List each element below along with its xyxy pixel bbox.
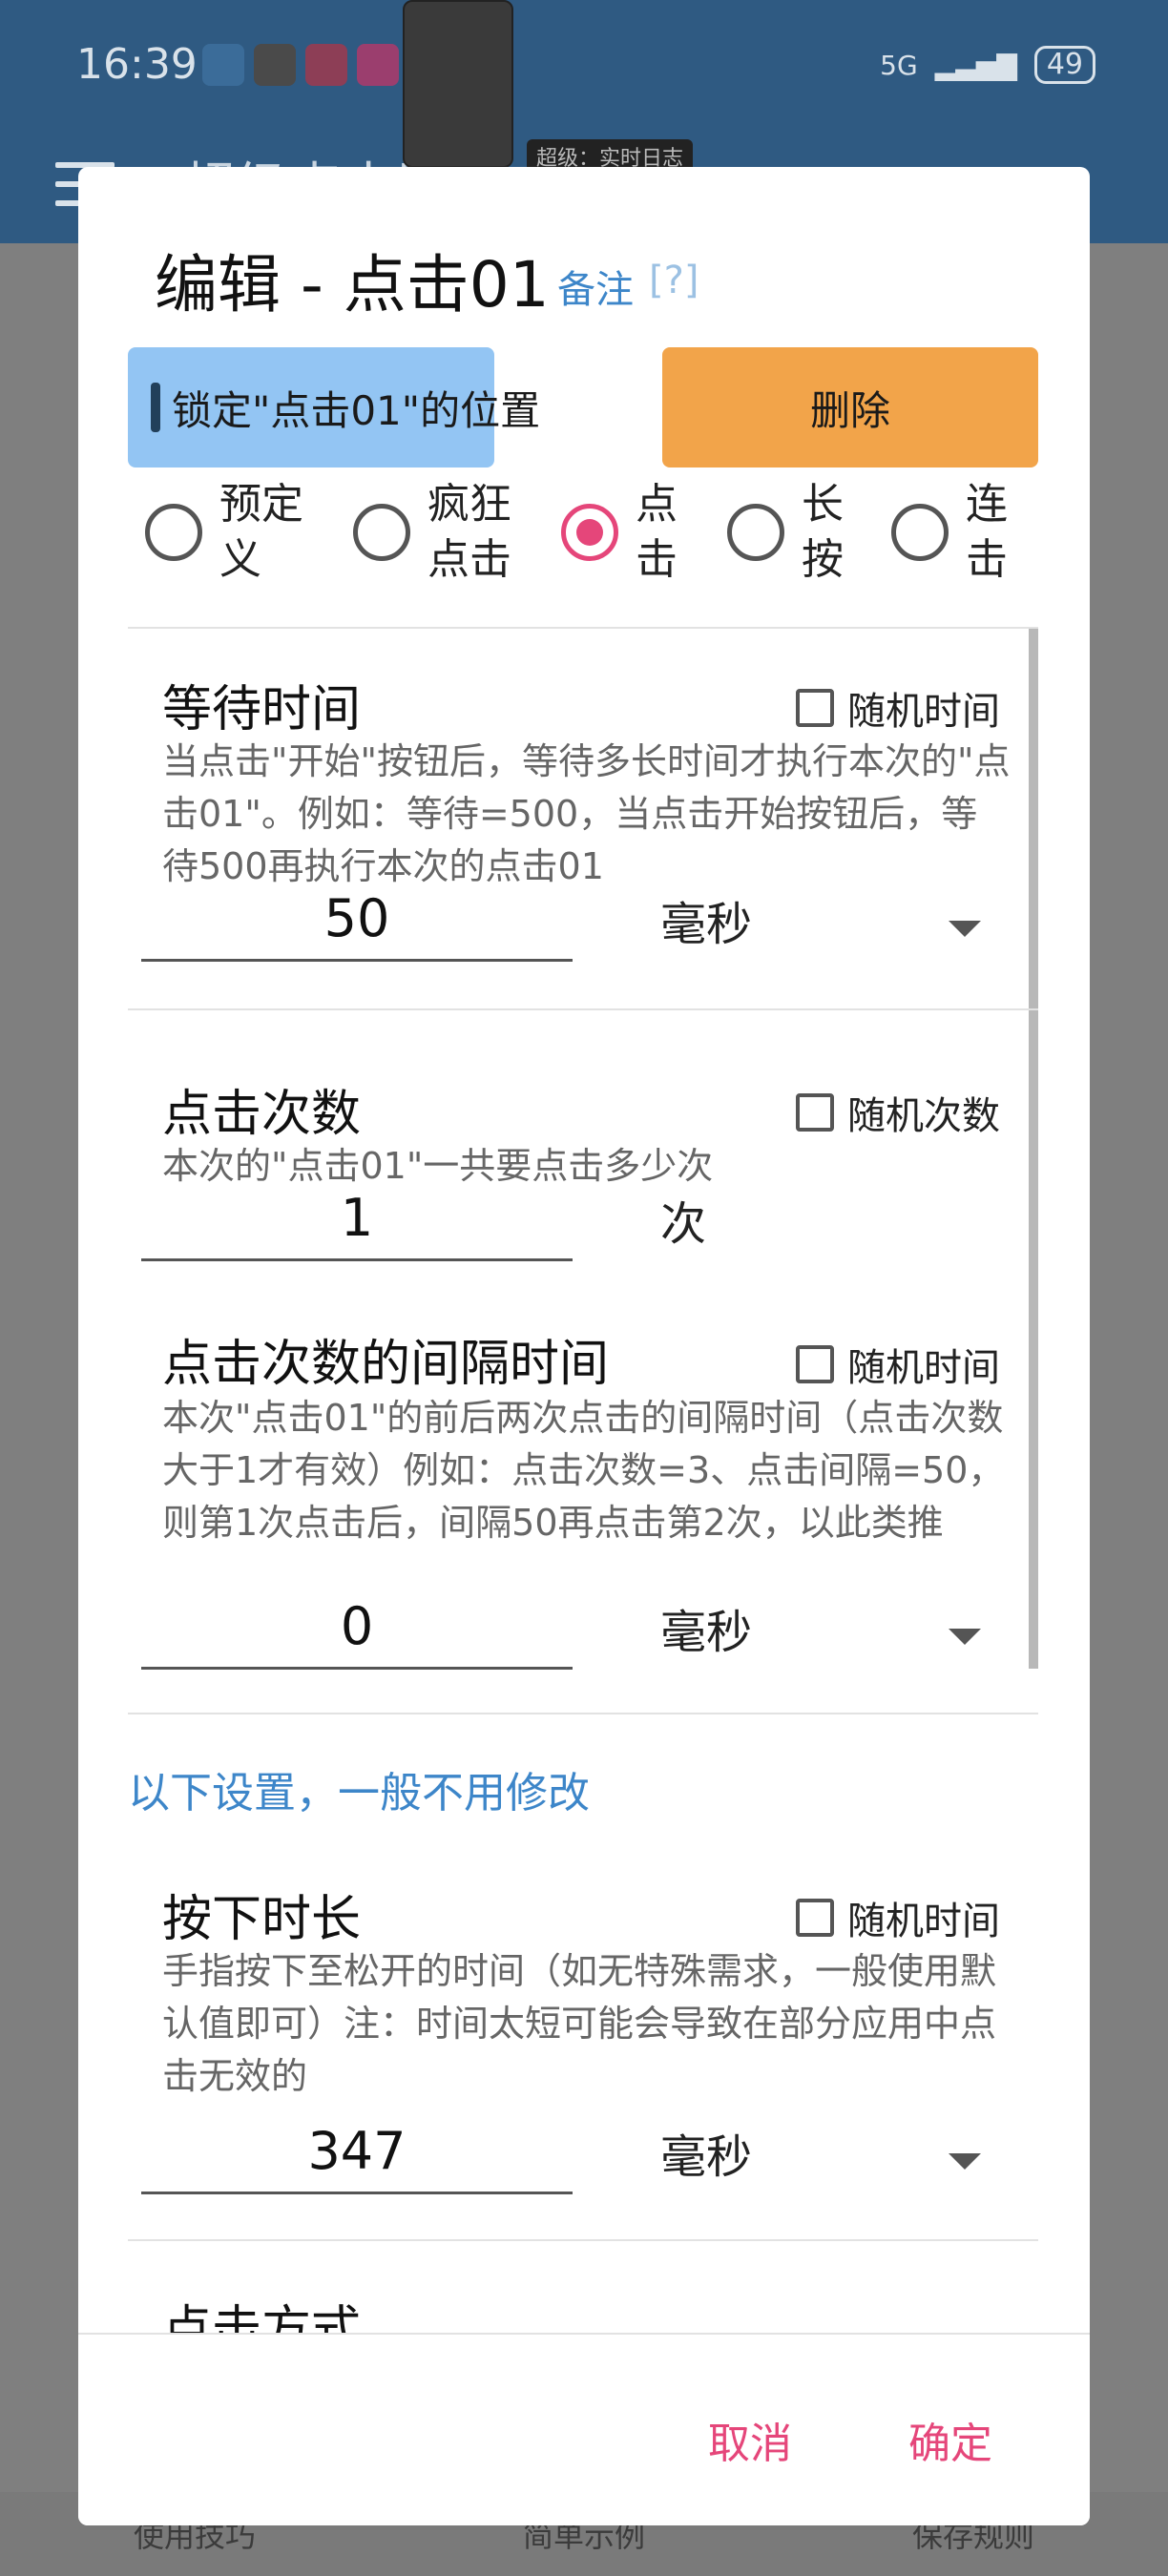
press-random-checkbox[interactable]: 随机时间	[796, 1890, 1000, 1945]
interval-random-checkbox[interactable]: 随机时间	[796, 1337, 1000, 1392]
click-count-unit: 次	[660, 1197, 707, 1251]
wait-unit-dropdown[interactable]: 毫秒	[660, 886, 752, 953]
network-label: 5G	[880, 49, 918, 81]
notification-icons	[202, 44, 399, 86]
radio-circle[interactable]	[326, 477, 447, 597]
alipay-icon	[202, 44, 244, 86]
signal-icon: ▂▃▅▇	[934, 49, 1017, 81]
click-method-title: 点击方式	[162, 2301, 362, 2337]
radio-circle[interactable]	[145, 504, 202, 561]
divider	[128, 1008, 1038, 1010]
interval-title: 点击次数的间隔时间	[162, 1336, 610, 1393]
radio-predefined[interactable]: 预定义	[145, 477, 311, 588]
wait-time-desc: 当点击"开始"按钮后，等待多长时间才执行本次的"点击01"。例如：等待=500，…	[162, 740, 1011, 887]
note-link[interactable]: 备注	[557, 259, 634, 314]
radio-label: 长按	[802, 480, 844, 584]
checkbox-label: 随机时间	[847, 1346, 1000, 1390]
radio-long-press[interactable]: 长按	[727, 477, 859, 588]
click-count-title: 点击次数	[162, 1086, 362, 1143]
radio-click[interactable]: 点击	[561, 477, 693, 588]
radio-label: 疯狂点击	[428, 480, 511, 584]
press-unit-dropdown[interactable]: 毫秒	[660, 2119, 752, 2186]
count-random-checkbox[interactable]: 随机次数	[796, 1085, 1000, 1140]
settings-scroll-area[interactable]: 等待时间 随机时间 当点击"开始"按钮后，等待多长时间才执行本次的"点击01"。…	[128, 627, 1038, 2337]
divider	[128, 2239, 1038, 2241]
radio-combo[interactable]: 连击	[865, 477, 1023, 597]
scrollbar[interactable]	[1029, 629, 1038, 1669]
checkbox[interactable]	[796, 1345, 834, 1383]
delete-button[interactable]: 删除	[662, 347, 1038, 467]
press-duration-title: 按下时长	[162, 1891, 362, 1948]
dropdown-arrow-icon[interactable]	[949, 2153, 981, 2170]
interval-desc: 本次"点击01"的前后两次点击的间隔时间（点击次数大于1才有效）例如：点击次数=…	[162, 1397, 1005, 1544]
cancel-button[interactable]: 取消	[708, 2409, 792, 2470]
dropdown-arrow-icon[interactable]	[949, 1629, 981, 1645]
radio-crazy-click[interactable]: 疯狂点击	[326, 477, 519, 597]
lock-position-label: 锁定"点击01"的位置	[172, 386, 541, 434]
checkbox-label: 随机时间	[847, 1900, 1000, 1943]
checkbox[interactable]	[796, 1899, 834, 1937]
checkbox-label: 随机时间	[847, 690, 1000, 734]
divider	[128, 1713, 1038, 1714]
wait-time-input[interactable]: 50	[141, 879, 573, 962]
dialog-footer: 取消 确定	[78, 2333, 1090, 2525]
status-time: 16:39	[76, 40, 198, 89]
app-magenta-icon	[357, 44, 399, 86]
advanced-settings-heading: 以下设置，一般不用修改	[128, 1769, 590, 1818]
battery-icon: 49	[1033, 46, 1095, 84]
radio-circle-selected[interactable]	[561, 504, 618, 561]
dropdown-arrow-icon[interactable]	[949, 921, 981, 937]
radio-label: 点击	[636, 480, 678, 584]
radio-circle[interactable]	[865, 477, 985, 597]
press-duration-desc: 手指按下至松开的时间（如无特殊需求，一般使用默认值即可）注：时间太短可能会导致在…	[162, 1950, 997, 2097]
click-type-radio-group: 预定义 疯狂点击 点击 长按 连击	[78, 477, 1090, 597]
floating-control-panel	[403, 0, 513, 168]
wait-time-title: 等待时间	[162, 681, 362, 738]
checkbox[interactable]	[796, 1093, 834, 1132]
radio-label: 连击	[966, 480, 1008, 584]
interval-unit-dropdown[interactable]: 毫秒	[660, 1594, 752, 1661]
lock-position-button[interactable]: 锁定"点击01"的位置	[128, 347, 540, 467]
press-duration-input[interactable]: 347	[141, 2111, 573, 2194]
status-right: 5G ▂▃▅▇ 49	[880, 46, 1095, 84]
dialog-title: 编辑 - 点击01	[155, 248, 550, 322]
radio-circle[interactable]	[727, 504, 784, 561]
app-red-icon	[305, 44, 347, 86]
checkbox[interactable]	[796, 689, 834, 727]
confirm-button[interactable]: 确定	[908, 2409, 992, 2470]
wait-random-checkbox[interactable]: 随机时间	[796, 680, 1000, 736]
edit-click-dialog: 编辑 - 点击01 备注 [?] 锁定"点击01"的位置 删除 预定义 疯狂点击…	[78, 167, 1090, 2525]
lock-checkbox[interactable]	[151, 383, 160, 432]
interval-input[interactable]: 0	[141, 1587, 573, 1670]
radio-label: 预定义	[219, 480, 303, 584]
checkbox-label: 随机次数	[847, 1094, 1000, 1138]
qq-icon	[254, 44, 296, 86]
help-link[interactable]: [?]	[649, 259, 699, 302]
click-count-input[interactable]: 1	[141, 1178, 573, 1261]
